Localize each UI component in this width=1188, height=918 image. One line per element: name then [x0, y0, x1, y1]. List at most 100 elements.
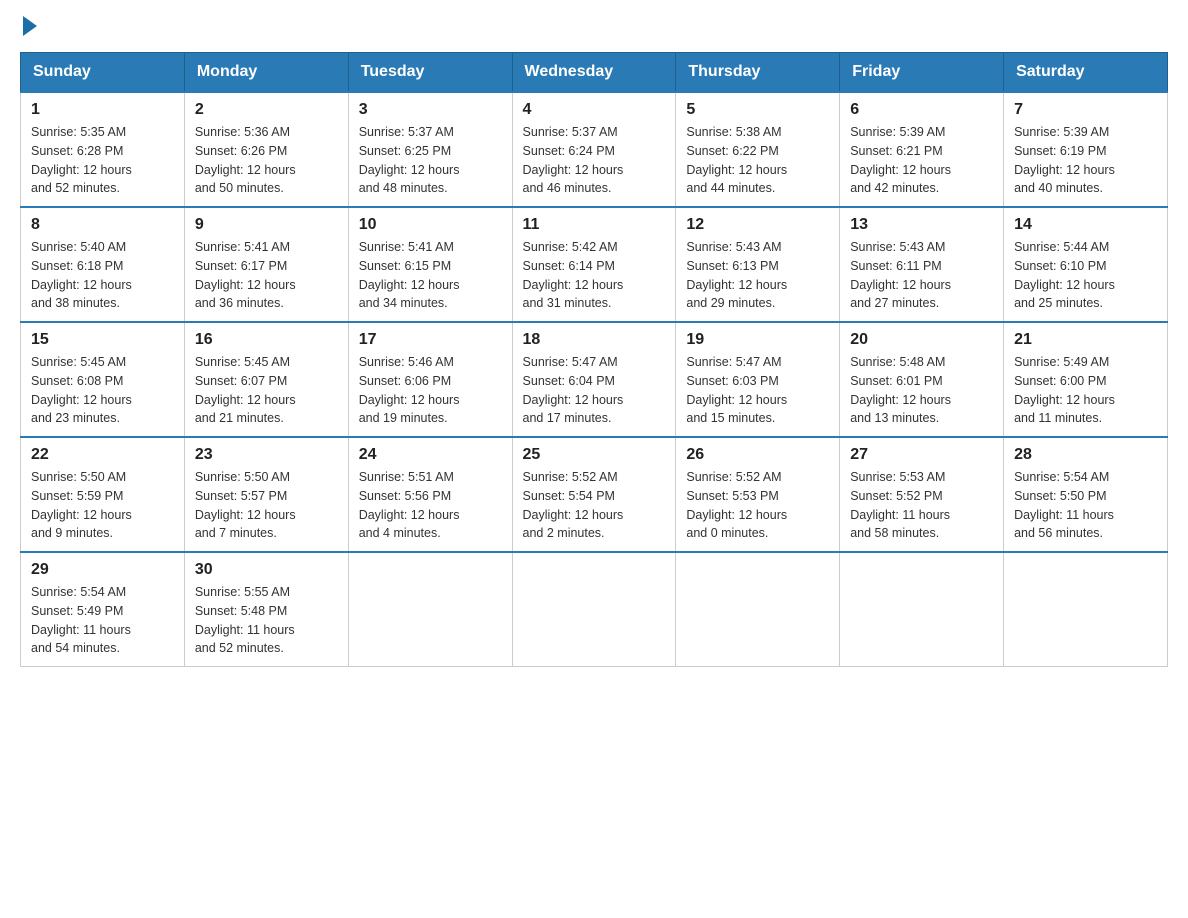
day-info: Sunrise: 5:48 AMSunset: 6:01 PMDaylight:… — [850, 353, 993, 428]
day-info: Sunrise: 5:45 AMSunset: 6:07 PMDaylight:… — [195, 353, 338, 428]
day-number: 7 — [1014, 101, 1157, 119]
day-info: Sunrise: 5:41 AMSunset: 6:17 PMDaylight:… — [195, 238, 338, 313]
day-info: Sunrise: 5:47 AMSunset: 6:03 PMDaylight:… — [686, 353, 829, 428]
day-number: 12 — [686, 216, 829, 234]
day-number: 20 — [850, 331, 993, 349]
day-number: 14 — [1014, 216, 1157, 234]
calendar-cell: 1 Sunrise: 5:35 AMSunset: 6:28 PMDayligh… — [21, 92, 185, 207]
day-info: Sunrise: 5:45 AMSunset: 6:08 PMDaylight:… — [31, 353, 174, 428]
calendar-cell: 13 Sunrise: 5:43 AMSunset: 6:11 PMDaylig… — [840, 207, 1004, 322]
day-info: Sunrise: 5:51 AMSunset: 5:56 PMDaylight:… — [359, 468, 502, 543]
day-info: Sunrise: 5:50 AMSunset: 5:59 PMDaylight:… — [31, 468, 174, 543]
calendar-cell: 28 Sunrise: 5:54 AMSunset: 5:50 PMDaylig… — [1004, 437, 1168, 552]
day-info: Sunrise: 5:37 AMSunset: 6:24 PMDaylight:… — [523, 123, 666, 198]
day-number: 2 — [195, 101, 338, 119]
day-info: Sunrise: 5:43 AMSunset: 6:13 PMDaylight:… — [686, 238, 829, 313]
day-number: 29 — [31, 561, 174, 579]
day-info: Sunrise: 5:39 AMSunset: 6:19 PMDaylight:… — [1014, 123, 1157, 198]
day-number: 10 — [359, 216, 502, 234]
day-info: Sunrise: 5:50 AMSunset: 5:57 PMDaylight:… — [195, 468, 338, 543]
day-info: Sunrise: 5:42 AMSunset: 6:14 PMDaylight:… — [523, 238, 666, 313]
day-number: 28 — [1014, 446, 1157, 464]
day-number: 18 — [523, 331, 666, 349]
day-number: 22 — [31, 446, 174, 464]
calendar-week-row: 8 Sunrise: 5:40 AMSunset: 6:18 PMDayligh… — [21, 207, 1168, 322]
calendar-cell — [1004, 552, 1168, 667]
calendar-cell: 27 Sunrise: 5:53 AMSunset: 5:52 PMDaylig… — [840, 437, 1004, 552]
day-number: 4 — [523, 101, 666, 119]
calendar-week-row: 22 Sunrise: 5:50 AMSunset: 5:59 PMDaylig… — [21, 437, 1168, 552]
day-number: 16 — [195, 331, 338, 349]
calendar-week-row: 29 Sunrise: 5:54 AMSunset: 5:49 PMDaylig… — [21, 552, 1168, 667]
day-number: 13 — [850, 216, 993, 234]
calendar-cell: 17 Sunrise: 5:46 AMSunset: 6:06 PMDaylig… — [348, 322, 512, 437]
calendar-cell: 2 Sunrise: 5:36 AMSunset: 6:26 PMDayligh… — [184, 92, 348, 207]
calendar-cell: 4 Sunrise: 5:37 AMSunset: 6:24 PMDayligh… — [512, 92, 676, 207]
calendar-table: SundayMondayTuesdayWednesdayThursdayFrid… — [20, 52, 1168, 667]
day-number: 1 — [31, 101, 174, 119]
day-info: Sunrise: 5:47 AMSunset: 6:04 PMDaylight:… — [523, 353, 666, 428]
day-number: 21 — [1014, 331, 1157, 349]
calendar-cell: 18 Sunrise: 5:47 AMSunset: 6:04 PMDaylig… — [512, 322, 676, 437]
calendar-cell: 6 Sunrise: 5:39 AMSunset: 6:21 PMDayligh… — [840, 92, 1004, 207]
weekday-header-saturday: Saturday — [1004, 53, 1168, 93]
weekday-header-sunday: Sunday — [21, 53, 185, 93]
calendar-cell: 26 Sunrise: 5:52 AMSunset: 5:53 PMDaylig… — [676, 437, 840, 552]
logo — [20, 20, 37, 32]
day-number: 15 — [31, 331, 174, 349]
calendar-cell: 15 Sunrise: 5:45 AMSunset: 6:08 PMDaylig… — [21, 322, 185, 437]
weekday-header-monday: Monday — [184, 53, 348, 93]
calendar-cell — [676, 552, 840, 667]
day-number: 25 — [523, 446, 666, 464]
weekday-header-friday: Friday — [840, 53, 1004, 93]
calendar-cell: 8 Sunrise: 5:40 AMSunset: 6:18 PMDayligh… — [21, 207, 185, 322]
day-info: Sunrise: 5:41 AMSunset: 6:15 PMDaylight:… — [359, 238, 502, 313]
weekday-header-thursday: Thursday — [676, 53, 840, 93]
day-number: 24 — [359, 446, 502, 464]
calendar-cell — [512, 552, 676, 667]
day-info: Sunrise: 5:39 AMSunset: 6:21 PMDaylight:… — [850, 123, 993, 198]
calendar-cell: 10 Sunrise: 5:41 AMSunset: 6:15 PMDaylig… — [348, 207, 512, 322]
day-number: 30 — [195, 561, 338, 579]
calendar-cell: 16 Sunrise: 5:45 AMSunset: 6:07 PMDaylig… — [184, 322, 348, 437]
day-info: Sunrise: 5:38 AMSunset: 6:22 PMDaylight:… — [686, 123, 829, 198]
calendar-cell: 24 Sunrise: 5:51 AMSunset: 5:56 PMDaylig… — [348, 437, 512, 552]
calendar-cell: 5 Sunrise: 5:38 AMSunset: 6:22 PMDayligh… — [676, 92, 840, 207]
calendar-week-row: 1 Sunrise: 5:35 AMSunset: 6:28 PMDayligh… — [21, 92, 1168, 207]
calendar-week-row: 15 Sunrise: 5:45 AMSunset: 6:08 PMDaylig… — [21, 322, 1168, 437]
calendar-cell: 19 Sunrise: 5:47 AMSunset: 6:03 PMDaylig… — [676, 322, 840, 437]
day-info: Sunrise: 5:52 AMSunset: 5:53 PMDaylight:… — [686, 468, 829, 543]
day-info: Sunrise: 5:46 AMSunset: 6:06 PMDaylight:… — [359, 353, 502, 428]
calendar-cell: 25 Sunrise: 5:52 AMSunset: 5:54 PMDaylig… — [512, 437, 676, 552]
calendar-cell — [348, 552, 512, 667]
day-number: 5 — [686, 101, 829, 119]
logo-triangle-icon — [23, 16, 37, 36]
day-number: 9 — [195, 216, 338, 234]
day-info: Sunrise: 5:36 AMSunset: 6:26 PMDaylight:… — [195, 123, 338, 198]
day-info: Sunrise: 5:54 AMSunset: 5:50 PMDaylight:… — [1014, 468, 1157, 543]
calendar-cell: 7 Sunrise: 5:39 AMSunset: 6:19 PMDayligh… — [1004, 92, 1168, 207]
day-number: 17 — [359, 331, 502, 349]
day-number: 8 — [31, 216, 174, 234]
day-info: Sunrise: 5:35 AMSunset: 6:28 PMDaylight:… — [31, 123, 174, 198]
calendar-cell: 22 Sunrise: 5:50 AMSunset: 5:59 PMDaylig… — [21, 437, 185, 552]
day-number: 27 — [850, 446, 993, 464]
calendar-cell: 14 Sunrise: 5:44 AMSunset: 6:10 PMDaylig… — [1004, 207, 1168, 322]
day-number: 6 — [850, 101, 993, 119]
calendar-cell: 20 Sunrise: 5:48 AMSunset: 6:01 PMDaylig… — [840, 322, 1004, 437]
day-info: Sunrise: 5:55 AMSunset: 5:48 PMDaylight:… — [195, 583, 338, 658]
weekday-header-wednesday: Wednesday — [512, 53, 676, 93]
weekday-header-row: SundayMondayTuesdayWednesdayThursdayFrid… — [21, 53, 1168, 93]
day-number: 11 — [523, 216, 666, 234]
day-info: Sunrise: 5:43 AMSunset: 6:11 PMDaylight:… — [850, 238, 993, 313]
day-info: Sunrise: 5:44 AMSunset: 6:10 PMDaylight:… — [1014, 238, 1157, 313]
day-info: Sunrise: 5:53 AMSunset: 5:52 PMDaylight:… — [850, 468, 993, 543]
day-number: 23 — [195, 446, 338, 464]
calendar-cell: 21 Sunrise: 5:49 AMSunset: 6:00 PMDaylig… — [1004, 322, 1168, 437]
day-number: 19 — [686, 331, 829, 349]
page-header — [20, 20, 1168, 32]
day-info: Sunrise: 5:54 AMSunset: 5:49 PMDaylight:… — [31, 583, 174, 658]
calendar-cell: 3 Sunrise: 5:37 AMSunset: 6:25 PMDayligh… — [348, 92, 512, 207]
weekday-header-tuesday: Tuesday — [348, 53, 512, 93]
calendar-cell: 9 Sunrise: 5:41 AMSunset: 6:17 PMDayligh… — [184, 207, 348, 322]
